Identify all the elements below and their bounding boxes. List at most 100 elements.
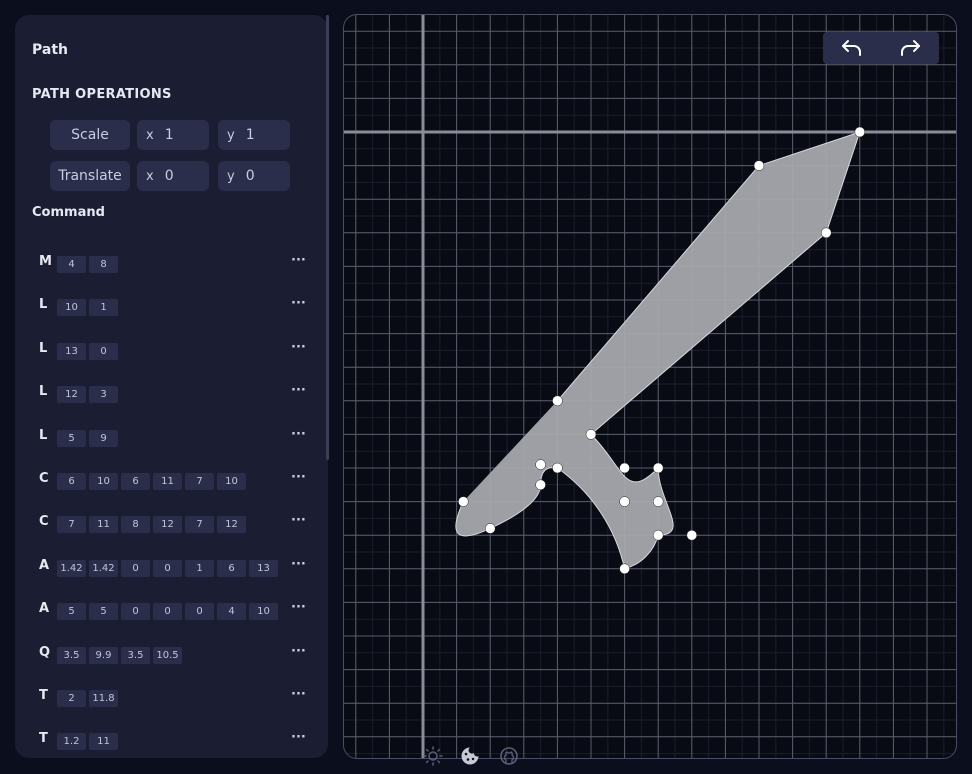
command-more-button[interactable]: ··· bbox=[291, 253, 306, 268]
scale-button[interactable]: Scale bbox=[50, 120, 130, 150]
command-more-button[interactable]: ··· bbox=[291, 427, 306, 442]
command-value-field[interactable]: 11.8 bbox=[89, 690, 118, 707]
command-value-field[interactable]: 9.9 bbox=[89, 646, 118, 664]
command-value-field[interactable]: 10 bbox=[89, 473, 118, 490]
command-value-field[interactable]: 6 bbox=[217, 559, 246, 577]
command-more-button[interactable]: ··· bbox=[291, 340, 306, 355]
command-row[interactable]: T 1.2 11 ··· bbox=[15, 730, 328, 752]
command-values: 12 3 bbox=[57, 386, 118, 404]
command-value-field[interactable]: 6 bbox=[57, 473, 86, 490]
translate-y-field[interactable]: y 0 bbox=[218, 161, 290, 191]
scale-y-field[interactable]: y 1 bbox=[218, 120, 290, 150]
command-value-field[interactable]: 5 bbox=[89, 603, 118, 621]
command-more-button[interactable]: ··· bbox=[291, 296, 306, 311]
command-row[interactable]: C 7 11 8 12 7 12 ··· bbox=[15, 513, 328, 535]
command-value-field[interactable]: 8 bbox=[121, 516, 150, 534]
command-row[interactable]: L 10 1 ··· bbox=[15, 296, 328, 318]
command-value-field[interactable]: 1.42 bbox=[57, 559, 86, 577]
redo-icon bbox=[901, 40, 920, 56]
command-value-field[interactable]: 5 bbox=[57, 603, 86, 621]
path-point bbox=[458, 496, 469, 507]
command-more-button[interactable]: ··· bbox=[291, 383, 306, 398]
command-value-field[interactable]: 0 bbox=[121, 559, 150, 577]
path-point bbox=[686, 529, 698, 541]
path-point bbox=[753, 160, 765, 171]
command-value-field[interactable]: 5 bbox=[57, 429, 86, 447]
cookie-icon[interactable] bbox=[460, 746, 480, 766]
redo-button[interactable] bbox=[881, 32, 939, 64]
command-value-field[interactable]: 2 bbox=[57, 690, 86, 707]
translate-x-field[interactable]: x 0 bbox=[137, 161, 209, 191]
command-value-field[interactable]: 1 bbox=[89, 299, 118, 317]
command-value-field[interactable]: 13 bbox=[249, 559, 278, 577]
command-value-field[interactable]: 1.2 bbox=[57, 733, 86, 751]
command-value-field[interactable]: 1 bbox=[185, 559, 214, 577]
command-row[interactable]: Q 3.5 9.9 3.5 10.5 ··· bbox=[15, 644, 328, 666]
command-value-field[interactable]: 3 bbox=[89, 386, 118, 404]
panel-title: Path bbox=[32, 42, 68, 58]
command-value-field[interactable]: 11 bbox=[89, 733, 118, 751]
command-value-field[interactable]: 0 bbox=[153, 559, 182, 577]
path-point bbox=[820, 227, 832, 239]
command-value-field[interactable]: 4 bbox=[57, 256, 86, 273]
command-value-field[interactable]: 11 bbox=[89, 516, 118, 534]
command-value-field[interactable]: 7 bbox=[185, 473, 214, 490]
path-point bbox=[619, 563, 630, 575]
command-value-field[interactable]: 7 bbox=[57, 516, 86, 534]
command-value-field[interactable]: 4 bbox=[217, 603, 246, 621]
command-row[interactable]: L 12 3 ··· bbox=[15, 383, 328, 405]
translate-button[interactable]: Translate bbox=[50, 161, 130, 191]
command-value-field[interactable]: 10 bbox=[57, 299, 86, 317]
command-value-field[interactable]: 0 bbox=[185, 603, 214, 621]
sidebar-scrollbar[interactable] bbox=[326, 15, 329, 460]
command-more-button[interactable]: ··· bbox=[291, 687, 306, 702]
command-row[interactable]: C 6 10 6 11 7 10 ··· bbox=[15, 470, 328, 492]
scale-x-value: 1 bbox=[164, 127, 174, 143]
path-operations-title: PATH OPERATIONS bbox=[32, 87, 172, 102]
undo-icon bbox=[842, 40, 861, 56]
command-row[interactable]: L 13 0 ··· bbox=[15, 340, 328, 362]
command-value-field[interactable]: 3.5 bbox=[121, 646, 150, 664]
path-point bbox=[652, 462, 664, 474]
command-value-field[interactable]: 10.5 bbox=[153, 646, 182, 664]
command-values: 13 0 bbox=[57, 342, 118, 360]
command-value-field[interactable]: 0 bbox=[153, 603, 182, 621]
command-value-field[interactable]: 10 bbox=[249, 603, 278, 621]
command-value-field[interactable]: 13 bbox=[57, 342, 86, 360]
translate-y-label: y bbox=[227, 168, 235, 184]
command-value-field[interactable]: 12 bbox=[153, 516, 182, 534]
command-row[interactable]: L 5 9 ··· bbox=[15, 427, 328, 449]
command-value-field[interactable]: 3.5 bbox=[57, 646, 86, 664]
command-more-button[interactable]: ··· bbox=[291, 513, 306, 528]
command-value-field[interactable]: 10 bbox=[217, 473, 246, 490]
command-row[interactable]: M 4 8 ··· bbox=[15, 253, 328, 275]
translate-x-value: 0 bbox=[164, 168, 174, 184]
command-value-field[interactable]: 6 bbox=[121, 473, 150, 490]
command-more-button[interactable]: ··· bbox=[291, 470, 306, 485]
command-value-field[interactable]: 7 bbox=[185, 516, 214, 534]
command-row[interactable]: A 1.42 1.42 0 0 1 6 13 ··· bbox=[15, 557, 328, 579]
command-value-field[interactable]: 0 bbox=[89, 342, 118, 360]
scale-x-field[interactable]: x 1 bbox=[137, 120, 209, 150]
command-row[interactable]: A 5 5 0 0 0 4 10 ··· bbox=[15, 600, 328, 622]
command-more-button[interactable]: ··· bbox=[291, 730, 306, 745]
command-value-field[interactable]: 9 bbox=[89, 429, 118, 447]
command-value-field[interactable]: 11 bbox=[153, 473, 182, 490]
command-value-field[interactable]: 8 bbox=[89, 256, 118, 273]
command-more-button[interactable]: ··· bbox=[291, 600, 306, 615]
command-values: 5 5 0 0 0 4 10 bbox=[57, 603, 278, 621]
command-value-field[interactable]: 1.42 bbox=[89, 559, 118, 577]
path-point bbox=[585, 429, 597, 440]
github-icon[interactable] bbox=[499, 746, 519, 766]
command-values: 6 10 6 11 7 10 bbox=[57, 473, 246, 490]
undo-button[interactable] bbox=[823, 32, 881, 64]
sun-icon[interactable] bbox=[423, 746, 443, 766]
command-row[interactable]: T 2 11.8 ··· bbox=[15, 687, 328, 709]
command-value-field[interactable]: 12 bbox=[217, 516, 246, 534]
command-more-button[interactable]: ··· bbox=[291, 644, 306, 659]
command-value-field[interactable]: 12 bbox=[57, 386, 86, 404]
command-more-button[interactable]: ··· bbox=[291, 557, 306, 572]
scale-y-label: y bbox=[227, 127, 235, 143]
command-value-field[interactable]: 0 bbox=[121, 603, 150, 621]
path-canvas[interactable] bbox=[343, 14, 957, 759]
